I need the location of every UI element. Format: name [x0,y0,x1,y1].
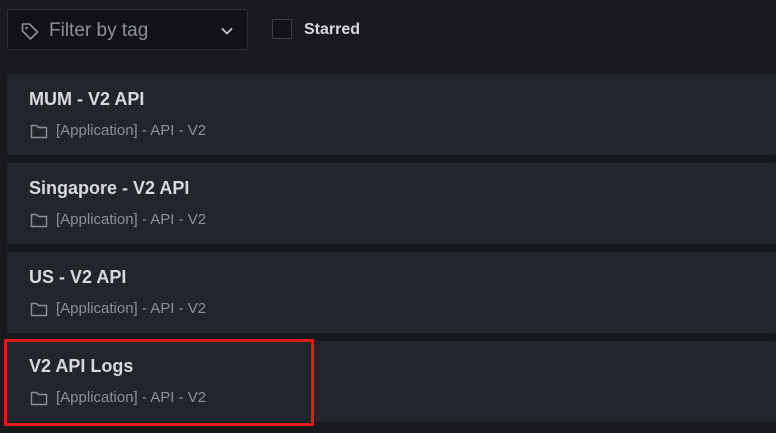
dashboard-title[interactable]: V2 API Logs [29,355,133,377]
folder-icon [30,124,48,139]
starred-label[interactable]: Starred [304,20,360,40]
dashboard-card[interactable]: MUM - V2 API [Application] - API - V2 [7,74,776,155]
folder-icon [30,391,48,406]
dashboard-card[interactable]: Singapore - V2 API [Application] - API -… [7,163,776,244]
starred-checkbox[interactable] [272,19,292,39]
folder-icon [30,213,48,228]
dashboard-title[interactable]: Singapore - V2 API [29,177,189,199]
tag-filter-select[interactable]: Filter by tag [7,9,248,50]
tag-filter-placeholder: Filter by tag [49,20,149,41]
dashboard-card[interactable]: V2 API Logs [Application] - API - V2 [7,341,776,422]
dashboard-folder: [Application] - API - V2 [56,211,207,228]
folder-icon [30,302,48,317]
chevron-down-icon [221,28,233,35]
tag-icon [21,23,39,40]
dashboard-title[interactable]: MUM - V2 API [29,88,144,110]
dashboard-folder: [Application] - API - V2 [56,300,207,317]
dashboard-folder: [Application] - API - V2 [56,389,207,406]
dashboard-folder: [Application] - API - V2 [56,122,207,139]
toolbar: Filter by tag Starred [0,0,776,60]
dashboard-card[interactable]: US - V2 API [Application] - API - V2 [7,252,776,333]
dashboard-title[interactable]: US - V2 API [29,266,126,288]
